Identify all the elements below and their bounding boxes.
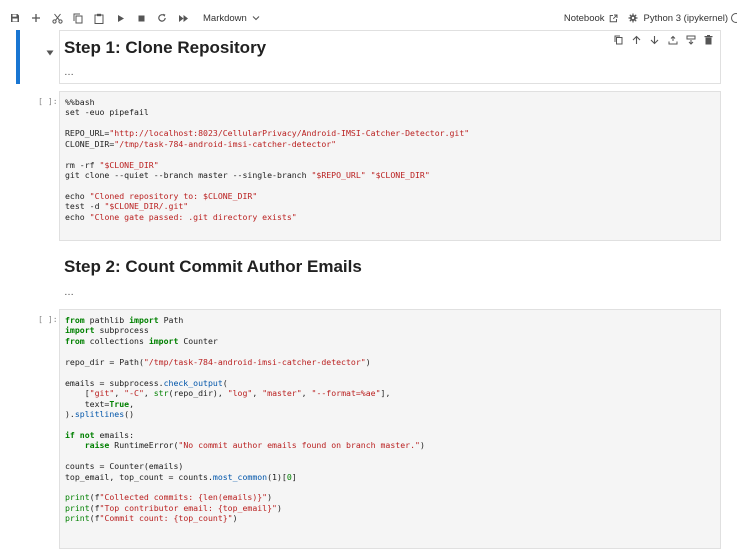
heading-collapsed-ellipsis[interactable]: … — [64, 287, 74, 298]
section-heading: Step 2: Count Commit Author Emails — [64, 257, 362, 276]
code-line: if not emails: — [65, 429, 135, 440]
kernel-status-icon — [731, 13, 737, 23]
cell-prompt: [ ]: — [38, 96, 58, 106]
restart-icon[interactable] — [153, 8, 171, 28]
duplicate-icon[interactable] — [612, 34, 625, 46]
code-line: from pathlib import Path — [65, 315, 184, 325]
move-up-icon[interactable] — [630, 34, 643, 46]
chevron-down-icon — [252, 16, 260, 21]
move-down-icon[interactable] — [648, 34, 661, 46]
code-line: from collections import Counter — [65, 335, 218, 346]
code-line: %%bash — [65, 97, 95, 107]
kernel-name[interactable]: Python 3 (ipykernel) — [644, 13, 728, 24]
insert-above-icon[interactable] — [666, 34, 679, 46]
code-line: print(f"Commit count: {top_count}") — [65, 513, 238, 524]
code-line: git clone --quiet --branch master --sing… — [65, 170, 430, 181]
cell-prompt: [ ]: — [38, 314, 58, 324]
active-cell-indicator — [16, 30, 20, 84]
code-line: text=True, — [65, 398, 135, 409]
code-line: test -d "$CLONE_DIR/.git" — [65, 201, 189, 212]
page-title: Step 1: Clone Repository — [64, 38, 267, 57]
collapse-heading-icon[interactable] — [46, 43, 54, 61]
save-icon[interactable] — [6, 8, 24, 28]
heading-collapsed-ellipsis[interactable]: … — [64, 67, 74, 78]
code-cell-editor[interactable]: %%bash set -euo pipefail REPO_URL="http://… — [59, 91, 721, 241]
code-line: top_email, top_count = counts.most_commo… — [65, 471, 297, 482]
open-notebook-button[interactable]: Notebook — [564, 13, 618, 24]
code-line: emails = subprocess.check_output( — [65, 377, 228, 388]
code-line: rm -rf "$CLONE_DIR" — [65, 159, 159, 170]
code-line: counts = Counter(emails) — [65, 461, 184, 472]
cell-type-select[interactable]: Markdown — [203, 13, 260, 24]
code-line: set -euo pipefail — [65, 107, 149, 118]
code-line: ).splitlines() — [65, 408, 135, 419]
cut-icon[interactable] — [48, 8, 66, 28]
paste-icon[interactable] — [90, 8, 108, 28]
run-icon[interactable] — [111, 8, 129, 28]
code-line: echo "Clone gate passed: .git directory … — [65, 211, 297, 222]
code-line: repo_dir = Path("/tmp/task-784-android-i… — [65, 356, 371, 367]
code-line: CLONE_DIR="/tmp/task-784-android-imsi-ca… — [65, 138, 337, 149]
external-link-icon — [609, 14, 618, 22]
code-line: ["git", "-C", str(repo_dir), "log", "mas… — [65, 388, 391, 399]
copy-icon[interactable] — [69, 8, 87, 28]
code-line: import subprocess — [65, 325, 149, 336]
code-line: print(f"Collected commits: {len(emails)}… — [65, 492, 273, 503]
code-line: print(f"Top contributor email: {top_emai… — [65, 502, 282, 513]
add-icon[interactable] — [27, 8, 45, 28]
fast-forward-icon[interactable] — [174, 8, 192, 28]
code-line: raise RuntimeError("No commit author ema… — [84, 440, 425, 451]
code-line: echo "Cloned repository to: $CLONE_DIR" — [65, 190, 258, 201]
stop-icon[interactable] — [132, 8, 150, 28]
code-cell-editor[interactable]: from pathlib import Path import subproces… — [59, 309, 721, 549]
gear-icon[interactable] — [628, 13, 638, 23]
notebook-label: Notebook — [563, 12, 605, 24]
insert-below-icon[interactable] — [684, 34, 697, 46]
code-line: REPO_URL="http://localhost:8023/Cellular… — [65, 128, 470, 139]
delete-icon[interactable] — [702, 34, 715, 46]
cell-toolbar — [607, 34, 715, 46]
cell-type-label: Markdown — [203, 12, 247, 24]
